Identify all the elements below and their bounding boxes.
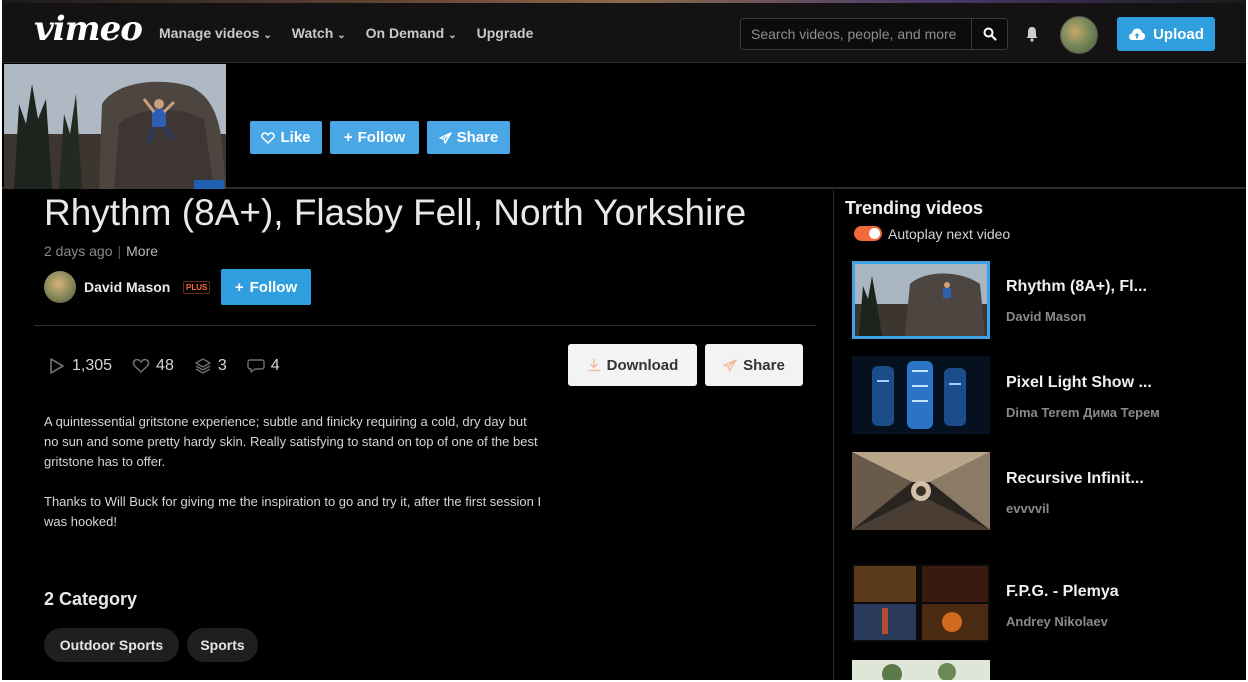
- sidebar-divider: [833, 190, 834, 680]
- search-input[interactable]: [741, 19, 971, 49]
- video-stats: 1,305 48 3 4: [48, 357, 280, 375]
- user-avatar[interactable]: [1060, 16, 1098, 54]
- category-title: 2 Category: [44, 589, 138, 609]
- trending-video-title[interactable]: Rhythm (8A+), Fl...: [1006, 278, 1147, 296]
- follow-author-button[interactable]: + Follow: [221, 269, 311, 305]
- download-button[interactable]: Download: [568, 344, 697, 386]
- light-show-thumbnail-image: [852, 356, 990, 434]
- share-button[interactable]: Share: [427, 121, 510, 154]
- plemya-thumbnail-image: [852, 564, 990, 642]
- description-paragraph: A quintessential gritstone experience; s…: [44, 414, 538, 469]
- upload-label: Upload: [1153, 25, 1204, 43]
- vimeo-logo[interactable]: vimeo: [34, 9, 143, 49]
- heart-icon: [261, 131, 276, 144]
- recursive-thumbnail-image: [852, 452, 990, 530]
- video-thumbnail[interactable]: [4, 64, 226, 189]
- collections-stat[interactable]: 3: [194, 357, 227, 375]
- autoplay-label: Autoplay next video: [888, 226, 1011, 242]
- video-header-band: Like + Follow Share: [2, 64, 1246, 189]
- chevron-down-icon: ⌄: [263, 30, 272, 41]
- author-avatar[interactable]: [44, 271, 76, 303]
- comments-count: 4: [270, 357, 280, 374]
- comments-stat[interactable]: 4: [247, 357, 280, 375]
- search-icon: [983, 27, 997, 41]
- chevron-down-icon: ⌄: [337, 30, 346, 41]
- trending-video-title[interactable]: F.P.G. - Plemya: [1006, 583, 1119, 601]
- likes-stat[interactable]: 48: [132, 357, 174, 375]
- plus-icon: +: [234, 278, 244, 296]
- climbing-scene-image: [4, 64, 226, 189]
- nav-on-demand[interactable]: On Demand ⌄: [366, 25, 457, 41]
- paper-plane-icon: [438, 131, 452, 144]
- like-button[interactable]: Like: [250, 121, 322, 154]
- plus-badge: PLUS: [183, 281, 211, 294]
- trending-video-author[interactable]: David Mason: [1006, 309, 1086, 324]
- plays-count: 1,305: [72, 357, 113, 374]
- paper-plane-icon: [723, 358, 737, 372]
- trending-video-author[interactable]: Andrey Nikolaev: [1006, 614, 1108, 629]
- share-label: Share: [456, 129, 499, 146]
- description-paragraph: Thanks to Will Buck for giving me the in…: [44, 494, 542, 529]
- download-label: Download: [606, 356, 679, 374]
- page: vimeo Manage videos ⌄ Watch ⌄ On Demand ⌄ U…: [2, 0, 1246, 680]
- download-icon: [588, 359, 600, 372]
- share-label: Share: [743, 356, 785, 374]
- comment-icon: [247, 359, 265, 373]
- search-box: [740, 18, 1008, 50]
- nav-manage-videos[interactable]: Manage videos ⌄: [159, 25, 272, 41]
- video-title: Rhythm (8A+), Flasby Fell, North Yorkshi…: [44, 192, 747, 233]
- trending-thumbnail[interactable]: [852, 564, 990, 642]
- nav-link-label: Watch: [291, 25, 334, 41]
- plays-stat: 1,305: [48, 357, 112, 375]
- trending-video-title[interactable]: Recursive Infinit...: [1006, 470, 1144, 488]
- nav-links: Manage videos ⌄ Watch ⌄ On Demand ⌄ Upgrade: [159, 25, 533, 41]
- nav-link-label: On Demand: [365, 25, 445, 41]
- likes-count: 48: [156, 357, 174, 374]
- autoplay-toggle[interactable]: [854, 226, 882, 241]
- bell-icon[interactable]: [1024, 25, 1040, 43]
- partial-thumbnail-image: [852, 660, 990, 680]
- divider: [34, 325, 816, 326]
- layers-icon: [195, 358, 211, 374]
- top-nav: vimeo Manage videos ⌄ Watch ⌄ On Demand ⌄ U…: [2, 3, 1246, 63]
- plus-icon: +: [343, 129, 353, 146]
- nav-link-label: Manage videos: [159, 25, 260, 41]
- trending-thumbnail[interactable]: [852, 356, 990, 434]
- trending-title: Trending videos: [845, 198, 984, 218]
- follow-label: Follow: [357, 129, 406, 146]
- posted-time: 2 days ago: [44, 243, 113, 259]
- play-icon: [50, 358, 64, 374]
- like-label: Like: [280, 129, 311, 146]
- chevron-down-icon: ⌄: [448, 30, 457, 41]
- meta-separator: |: [117, 243, 122, 259]
- heart-icon: [132, 358, 150, 374]
- trending-thumbnail[interactable]: [852, 452, 990, 530]
- cloud-upload-icon: [1129, 28, 1146, 40]
- collections-count: 3: [217, 357, 227, 374]
- nav-link-label: Upgrade: [476, 25, 534, 41]
- video-meta: 2 days ago | More: [44, 243, 158, 259]
- category-chip-outdoor-sports[interactable]: Outdoor Sports: [44, 628, 179, 662]
- search-button[interactable]: [971, 19, 1007, 49]
- trending-video-author[interactable]: evvvvil: [1006, 501, 1049, 516]
- trending-video-title[interactable]: Pixel Light Show ...: [1006, 374, 1152, 392]
- more-link[interactable]: More: [126, 243, 158, 259]
- category-chip-sports[interactable]: Sports: [187, 628, 258, 662]
- video-description: A quintessential gritstone experience; s…: [44, 412, 544, 532]
- climbing-thumbnail-image: [855, 264, 987, 336]
- trending-video-author[interactable]: Dima Terem Дима Терем: [1006, 405, 1160, 420]
- nav-upgrade[interactable]: Upgrade: [477, 25, 534, 41]
- nav-watch[interactable]: Watch ⌄: [292, 25, 346, 41]
- upload-button[interactable]: Upload: [1117, 17, 1215, 51]
- trending-thumbnail[interactable]: [852, 660, 990, 680]
- follow-label: Follow: [249, 278, 298, 296]
- share-video-button[interactable]: Share: [705, 344, 803, 386]
- author-name[interactable]: David Mason: [84, 279, 170, 295]
- follow-button[interactable]: + Follow: [330, 121, 419, 154]
- trending-thumbnail[interactable]: [852, 261, 990, 339]
